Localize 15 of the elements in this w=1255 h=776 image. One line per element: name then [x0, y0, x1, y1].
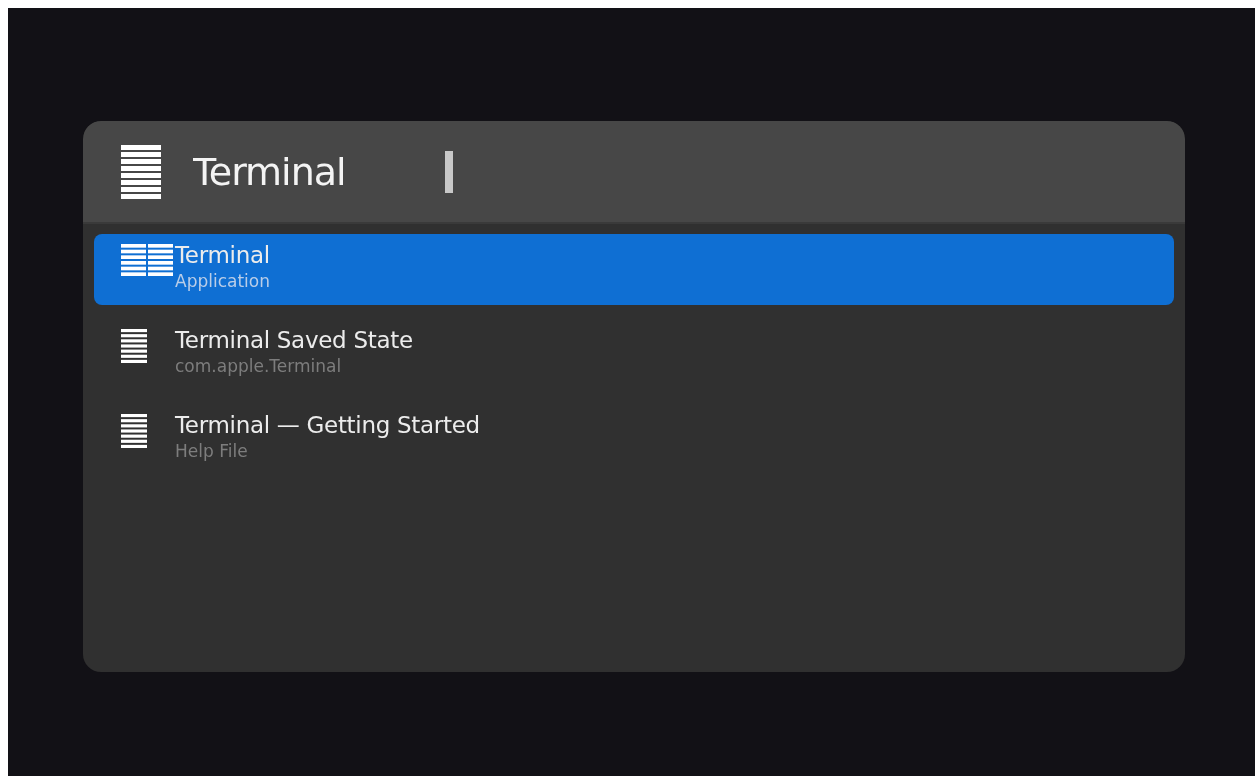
result-item[interactable]: Terminal — Getting Started Help File: [94, 404, 1174, 475]
result-title: Terminal — Getting Started: [175, 412, 480, 438]
result-subtitle: Help File: [175, 441, 249, 461]
search-field[interactable]: Terminal: [193, 149, 413, 194]
document-lines-icon: [121, 244, 173, 276]
result-item[interactable]: Terminal Application: [94, 234, 1174, 305]
text-cursor: [445, 150, 453, 193]
document-lines-icon: [121, 329, 147, 363]
document-lines-icon: [121, 414, 147, 448]
result-title: Terminal: [175, 242, 270, 268]
result-subtitle: com.apple.Terminal: [175, 356, 343, 376]
result-item[interactable]: Terminal Saved State com.apple.Terminal: [94, 319, 1174, 390]
document-lines-icon: [121, 144, 161, 199]
result-subtitle: Application: [175, 271, 270, 291]
result-title: Terminal Saved State: [175, 327, 413, 353]
